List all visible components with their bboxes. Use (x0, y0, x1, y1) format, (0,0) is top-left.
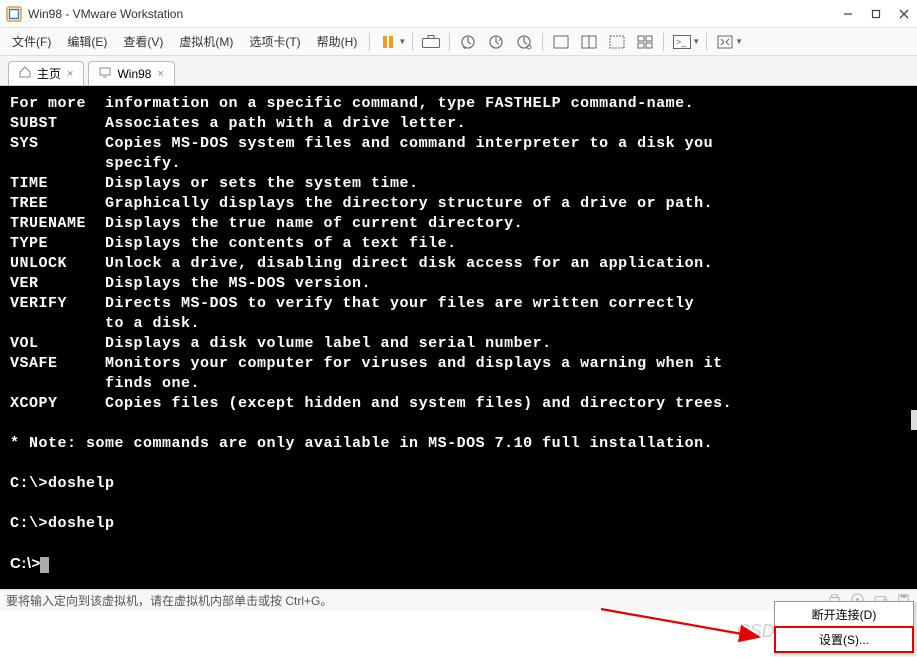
snapshot-take-button[interactable] (454, 30, 482, 54)
menu-vm[interactable]: 虚拟机(M) (171, 29, 241, 54)
window-title: Win98 - VMware Workstation (28, 7, 841, 21)
console-output: For more information on a specific comma… (10, 94, 907, 575)
app-icon (6, 6, 22, 22)
chevron-down-icon[interactable]: ▼ (398, 37, 406, 46)
menu-tabs[interactable]: 选项卡(T) (241, 29, 308, 54)
minimize-button[interactable] (841, 7, 855, 21)
context-menu: 断开连接(D) 设置(S)... (774, 601, 914, 653)
send-ctrl-alt-del-button[interactable] (417, 30, 445, 54)
side-tab (911, 410, 917, 430)
chevron-down-icon[interactable]: ▼ (692, 37, 700, 46)
view-unity-button[interactable] (603, 30, 631, 54)
title-bar: Win98 - VMware Workstation (0, 0, 917, 28)
tab-home[interactable]: 主页 × (8, 61, 84, 85)
tab-win98[interactable]: Win98 × (88, 61, 174, 85)
menu-bar: 文件(F) 编辑(E) 查看(V) 虚拟机(M) 选项卡(T) 帮助(H) ▼ … (0, 28, 917, 56)
view-thumbnail-button[interactable] (631, 30, 659, 54)
vm-icon (99, 66, 111, 81)
snapshot-revert-button[interactable] (482, 30, 510, 54)
menu-edit[interactable]: 编辑(E) (59, 29, 115, 54)
snapshot-manager-button[interactable] (510, 30, 538, 54)
svg-text:>_: >_ (676, 37, 687, 47)
home-icon (19, 66, 31, 81)
close-button[interactable] (897, 7, 911, 21)
tab-label: 主页 (37, 65, 61, 82)
maximize-button[interactable] (869, 7, 883, 21)
tab-label: Win98 (117, 67, 151, 81)
cm-disconnect[interactable]: 断开连接(D) (775, 602, 913, 627)
cm-settings[interactable]: 设置(S)... (775, 627, 913, 652)
dos-console[interactable]: For more information on a specific comma… (0, 86, 917, 589)
view-single-button[interactable] (547, 30, 575, 54)
menu-view[interactable]: 查看(V) (115, 29, 171, 54)
menu-file[interactable]: 文件(F) (4, 29, 59, 54)
menu-help[interactable]: 帮助(H) (309, 29, 366, 54)
status-text: 要将输入定向到该虚拟机，请在虚拟机内部单击或按 Ctrl+G。 (6, 592, 827, 609)
close-icon[interactable]: × (67, 68, 73, 80)
close-icon[interactable]: × (157, 68, 163, 80)
vm-viewport[interactable]: For more information on a specific comma… (0, 86, 917, 589)
view-split-button[interactable] (575, 30, 603, 54)
chevron-down-icon[interactable]: ▼ (735, 37, 743, 46)
tab-bar: 主页 × Win98 × (0, 56, 917, 86)
